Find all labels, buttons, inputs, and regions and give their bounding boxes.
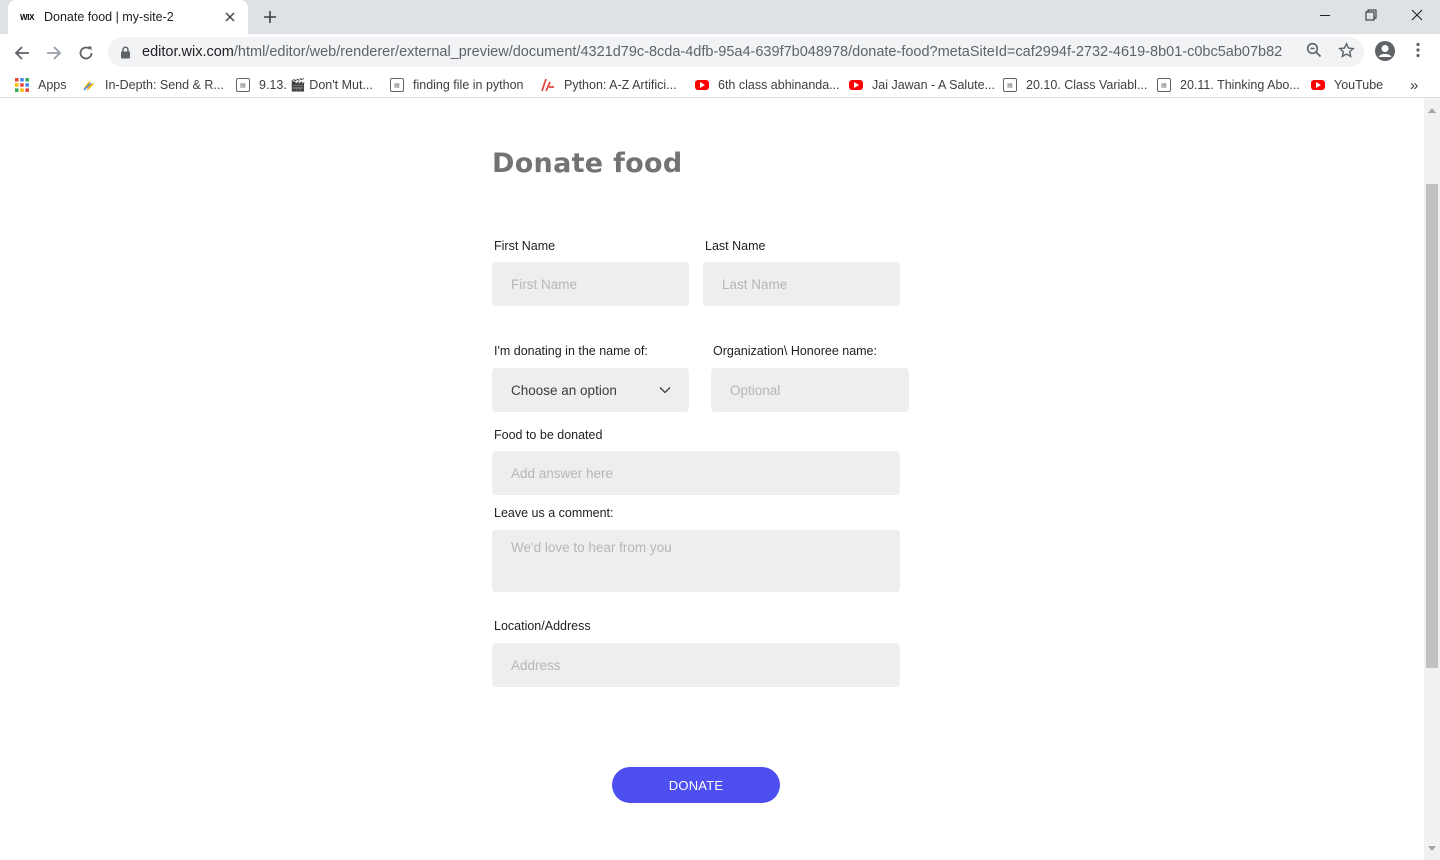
profile-avatar-icon[interactable] [1374, 40, 1396, 62]
close-tab-icon[interactable] [222, 9, 238, 25]
forward-button[interactable] [40, 39, 68, 67]
new-tab-button[interactable] [258, 5, 282, 29]
bookmark-star-icon[interactable] [1337, 41, 1355, 59]
donate-button[interactable]: DONATE [612, 767, 780, 803]
zoom-icon[interactable] [1305, 41, 1323, 59]
bookmark-label: 9.13. 🎬 Don't Mut... [259, 77, 373, 92]
bookmark-finding-file[interactable]: ▤ finding file in python [389, 75, 524, 95]
bookmark-label: finding file in python [413, 78, 524, 92]
document-icon: ▤ [1156, 77, 1172, 93]
organization-field[interactable]: Optional [711, 368, 909, 412]
scroll-up-arrow-icon[interactable] [1428, 108, 1436, 113]
bookmark-label: 20.10. Class Variabl... [1026, 78, 1148, 92]
bookmark-label: Apps [38, 78, 67, 92]
food-label: Food to be donated [494, 428, 603, 442]
back-button[interactable] [8, 39, 36, 67]
browser-tab[interactable]: WIX Donate food | my-site-2 [8, 0, 248, 34]
location-label: Location/Address [494, 619, 591, 633]
close-icon [1411, 9, 1423, 21]
location-field[interactable]: Address [492, 643, 900, 687]
bookmark-label: Jai Jawan - A Salute... [872, 78, 995, 92]
page-content: Donate food First Name Last Name First N… [0, 98, 1424, 860]
bookmark-label: In-Depth: Send & R... [105, 78, 224, 92]
reload-button[interactable] [72, 39, 100, 67]
bookmark-label: Python: A-Z Artifici... [564, 78, 677, 92]
bookmark-python-az[interactable]: Python: A-Z Artifici... [540, 75, 677, 95]
plus-icon [264, 11, 276, 23]
first-name-field[interactable]: First Name [492, 262, 689, 306]
bookmark-label: 20.11. Thinking Abo... [1180, 78, 1300, 92]
bookmark-jai-jawan[interactable]: Jai Jawan - A Salute... [848, 75, 995, 95]
bookmark-class-variabl[interactable]: ▤ 20.10. Class Variabl... [1002, 75, 1147, 95]
donating-name-select[interactable]: Choose an option [492, 368, 689, 412]
bookmark-label: YouTube [1334, 78, 1384, 92]
youtube-icon [694, 77, 710, 93]
wix-favicon-icon: WIX [20, 12, 35, 22]
apps-grid-icon [14, 77, 30, 93]
minimize-button[interactable] [1302, 0, 1348, 30]
youtube-icon [1310, 77, 1326, 93]
document-icon: ▤ [235, 77, 251, 93]
arrow-left-icon [14, 46, 29, 60]
comment-label: Leave us a comment: [494, 506, 614, 520]
browser-toolbar: editor.wix.com/html/editor/web/renderer/… [0, 34, 1440, 71]
scroll-down-arrow-icon[interactable] [1428, 846, 1436, 851]
document-icon: ▤ [1002, 77, 1018, 93]
document-icon: ▤ [389, 77, 405, 93]
bookmark-in-depth[interactable]: In-Depth: Send & R... [81, 75, 224, 95]
bookmark-thinking-abo[interactable]: ▤ 20.11. Thinking Abo... [1156, 75, 1300, 95]
last-name-label: Last Name [705, 239, 766, 253]
lock-icon[interactable] [118, 45, 132, 59]
bolt-icon [81, 77, 97, 93]
reload-icon [79, 46, 93, 60]
url-text: editor.wix.com/html/editor/web/renderer/… [142, 44, 1283, 60]
comment-textarea[interactable]: We'd love to hear from you [492, 530, 900, 592]
first-name-label: First Name [494, 239, 556, 253]
bookmark-youtube[interactable]: YouTube [1310, 75, 1383, 95]
close-window-button[interactable] [1394, 0, 1440, 30]
minimize-icon [1320, 15, 1330, 16]
last-name-field[interactable]: Last Name [703, 262, 900, 306]
restore-icon [1365, 9, 1377, 21]
page-scrollbar[interactable] [1424, 98, 1440, 860]
bookmark-dont-mut[interactable]: ▤ 9.13. 🎬 Don't Mut... [235, 75, 373, 95]
udemy-icon [540, 77, 556, 93]
more-bookmarks-button[interactable]: » [1410, 75, 1418, 95]
organization-label: Organization\ Honoree name: [713, 344, 877, 358]
bookmark-apps[interactable]: Apps [14, 75, 67, 95]
menu-kebab-icon[interactable] [1409, 41, 1427, 59]
tab-strip: WIX Donate food | my-site-2 [0, 0, 1440, 34]
scrollbar-thumb[interactable] [1426, 184, 1438, 668]
tab-title: Donate food | my-site-2 [44, 10, 174, 24]
youtube-icon [848, 77, 864, 93]
restore-button[interactable] [1348, 0, 1394, 30]
bookmarks-bar: Apps In-Depth: Send & R... ▤ 9.13. 🎬 Don… [0, 71, 1440, 98]
donating-name-label: I'm donating in the name of: [494, 344, 648, 358]
chevron-down-icon [659, 387, 671, 394]
bookmark-6th-class[interactable]: 6th class abhinanda... [694, 75, 840, 95]
arrow-right-icon [47, 46, 62, 60]
address-bar[interactable]: editor.wix.com/html/editor/web/renderer/… [108, 37, 1364, 67]
select-value: Choose an option [511, 382, 617, 398]
bookmark-label: 6th class abhinanda... [718, 78, 840, 92]
page-title: Donate food [492, 148, 683, 179]
food-field[interactable]: Add answer here [492, 451, 900, 495]
